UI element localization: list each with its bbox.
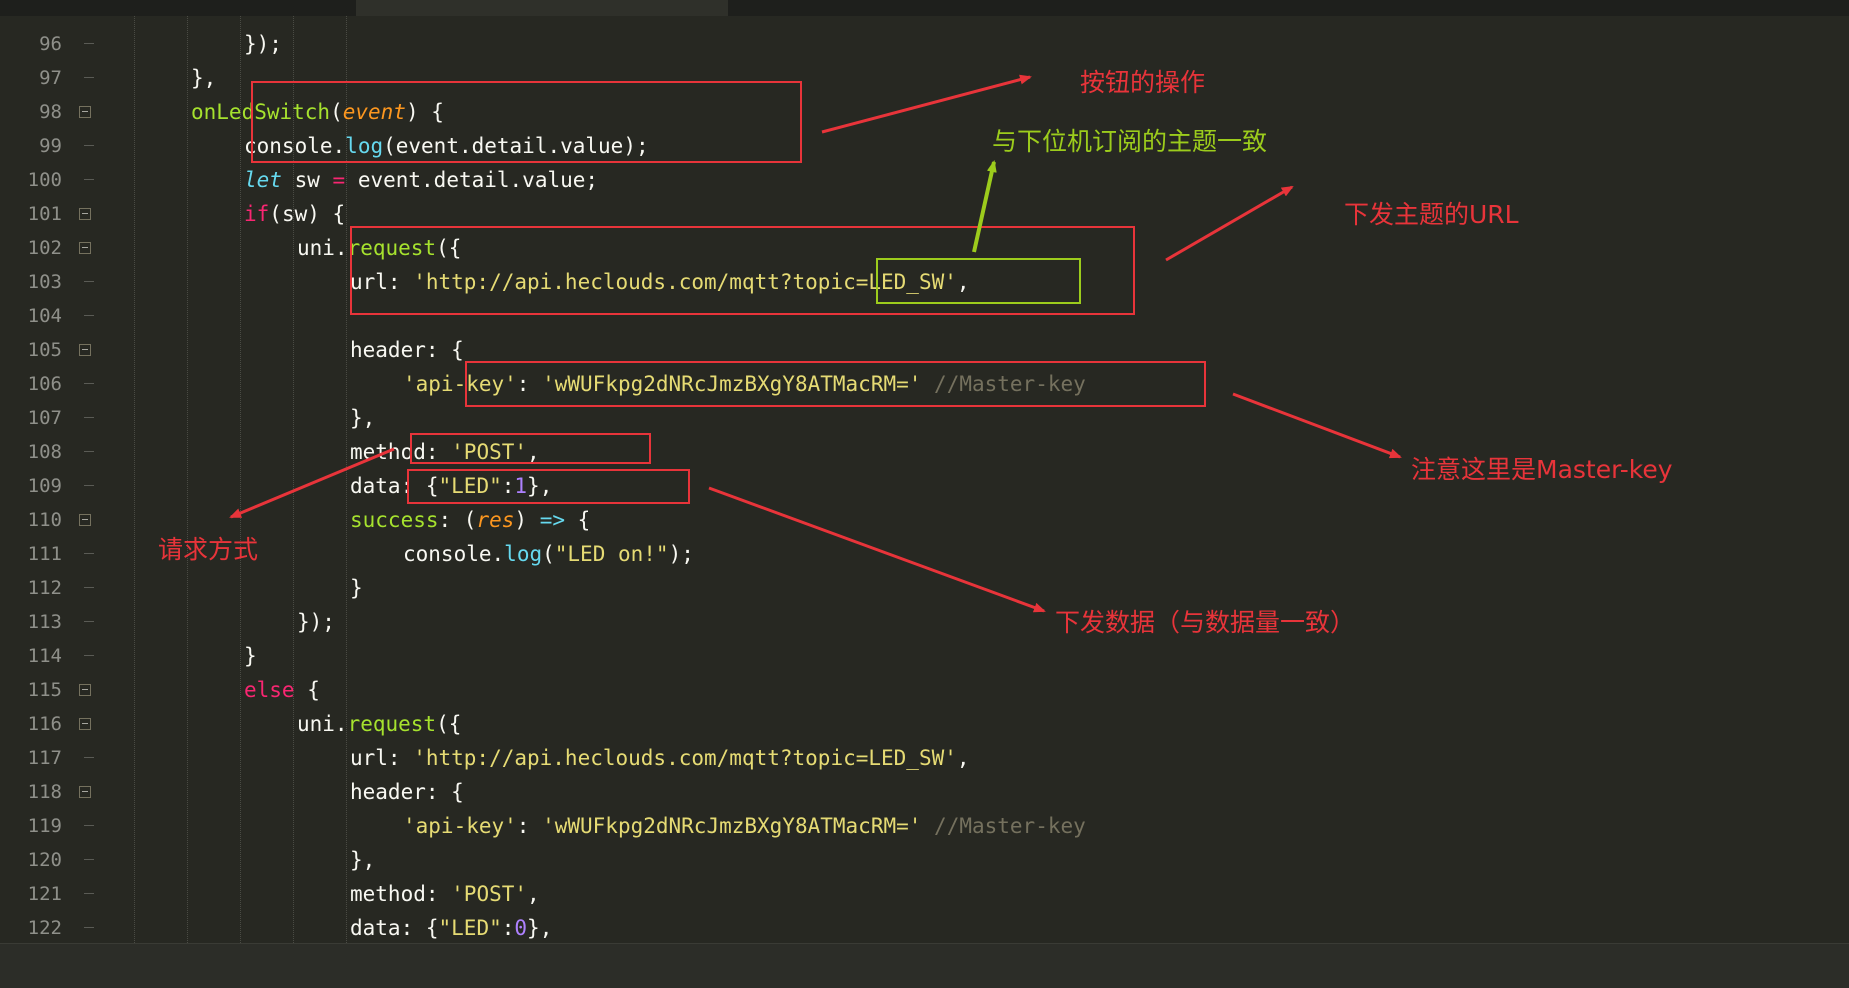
note-master-key: 注意这里是Master-key (1411, 455, 1673, 484)
arrow-master-key (1232, 392, 1402, 459)
note-topic-url: 下发主题的URL (1344, 200, 1519, 229)
note-topic-match: 与下位机订阅的主题一致 (992, 127, 1268, 156)
arrow-topic-match (972, 160, 997, 253)
annotation-arrows (229, 74, 1402, 613)
arrow-topic-url (1165, 185, 1294, 262)
arrow-send-data (708, 486, 1046, 613)
arrow-request-method (229, 447, 395, 519)
status-bar (0, 943, 1849, 988)
note-request-method: 请求方式 (158, 535, 259, 564)
note-send-data: 下发数据（与数据量一致） (1055, 608, 1356, 637)
note-button-action: 按钮的操作 (1080, 68, 1206, 97)
